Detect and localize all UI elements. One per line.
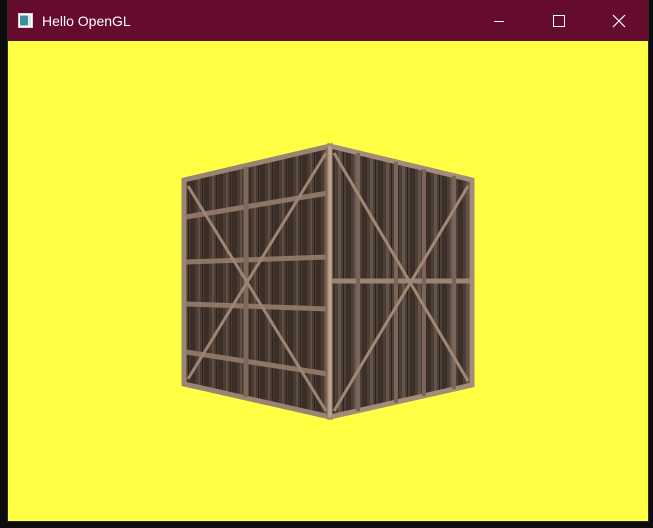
maximize-button[interactable] (530, 0, 588, 41)
title-bar[interactable]: Hello OpenGL (8, 0, 648, 41)
minimize-button[interactable] (470, 0, 528, 41)
wooden-crate-cube (181, 142, 475, 421)
crate-left-face (181, 142, 333, 421)
minimize-icon (494, 20, 504, 22)
app-icon (18, 13, 33, 28)
maximize-icon (553, 14, 565, 27)
crate-right-face (327, 142, 475, 421)
close-icon (612, 14, 626, 27)
close-button[interactable] (590, 0, 648, 41)
window-title: Hello OpenGL (42, 13, 131, 29)
opengl-viewport[interactable] (8, 41, 648, 521)
app-window: Hello OpenGL (8, 0, 648, 521)
